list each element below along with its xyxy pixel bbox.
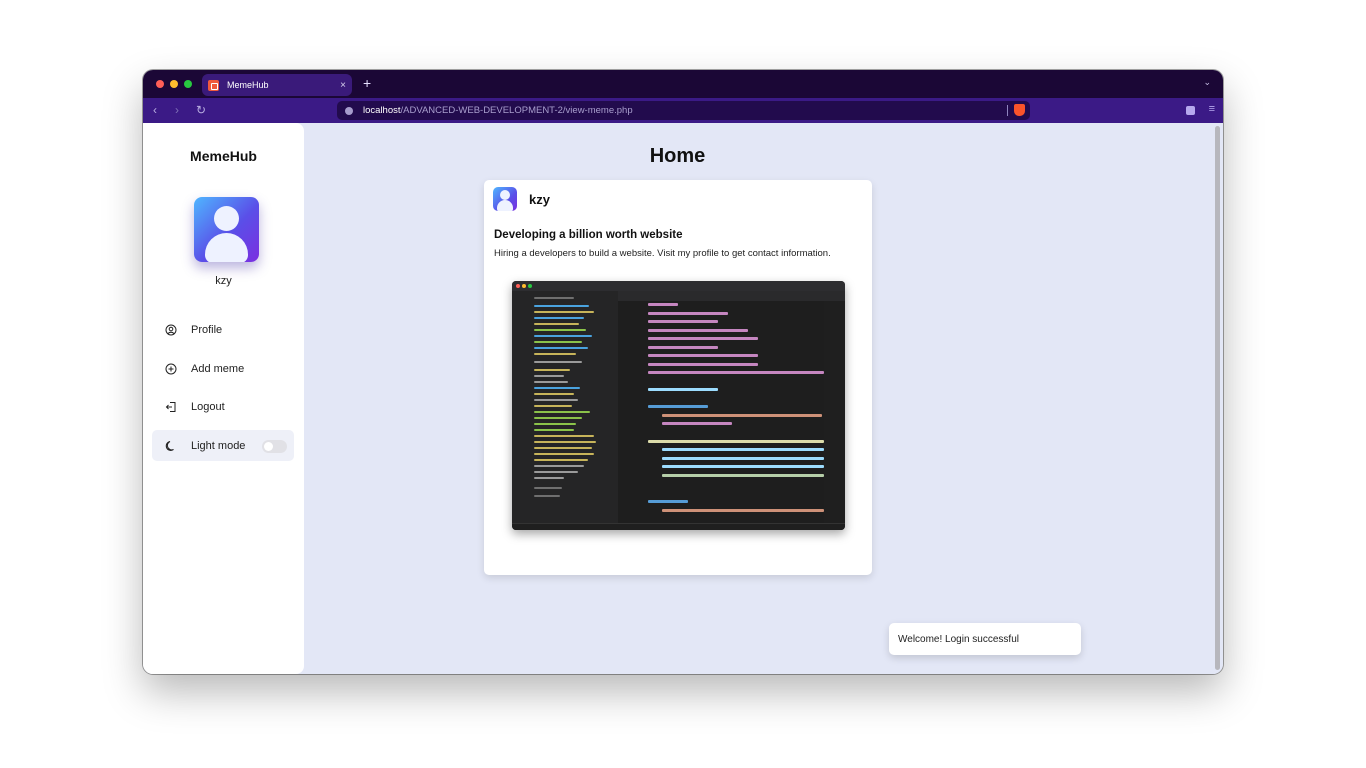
sidebar: MemeHub kzy Profile Add meme Logout Ligh… [143, 123, 304, 674]
sidebar-item-profile[interactable]: Profile [152, 314, 294, 345]
wallet-icon[interactable] [1186, 106, 1195, 115]
sidebar-item-add-meme[interactable]: Add meme [152, 353, 294, 384]
forward-button[interactable]: › [175, 103, 179, 117]
logout-icon [165, 401, 176, 412]
brave-shields-icon[interactable] [1014, 104, 1025, 116]
post-description: Hiring a developers to build a website. … [494, 248, 831, 259]
minimize-window-button[interactable] [170, 80, 178, 88]
tab-close-button[interactable]: × [340, 80, 346, 91]
user-circle-icon [165, 324, 177, 335]
url-path: /ADVANCED-WEB-DEVELOPMENT-2/view-meme.ph… [400, 105, 633, 116]
plus-circle-icon [165, 363, 177, 374]
post-author[interactable]: kzy [529, 192, 550, 207]
close-window-button[interactable] [156, 80, 164, 88]
reload-button[interactable]: ↻ [196, 103, 206, 117]
tab-title: MemeHub [227, 80, 269, 90]
meme-image [512, 281, 845, 530]
favicon-icon [208, 79, 219, 91]
url-bar[interactable]: localhost /ADVANCED-WEB-DEVELOPMENT-2/vi… [337, 101, 1030, 120]
menu-icon[interactable]: ≡ [1209, 103, 1215, 115]
new-tab-button[interactable]: + [363, 75, 371, 91]
toast-notification: Welcome! Login successful [889, 623, 1081, 655]
page-scrollbar[interactable] [1215, 126, 1220, 670]
toast-message: Welcome! Login successful [898, 633, 1019, 645]
light-mode-toggle[interactable] [262, 440, 287, 453]
url-divider [1007, 105, 1008, 116]
sidebar-item-label: Light mode [191, 439, 246, 452]
meme-post-card: kzy Developing a billion worth website H… [484, 180, 872, 575]
tab-bar: MemeHub × + ⌄ [143, 70, 1223, 98]
sidebar-item-label: Add meme [191, 362, 245, 375]
brand-title: MemeHub [190, 148, 257, 164]
back-button[interactable]: ‹ [153, 103, 157, 117]
address-toolbar: ‹ › ↻ localhost /ADVANCED-WEB-DEVELOPMEN… [143, 98, 1223, 123]
username: kzy [215, 275, 232, 287]
post-title: Developing a billion worth website [494, 229, 683, 241]
page-title: Home [649, 145, 706, 167]
url-host: localhost [363, 105, 401, 116]
sidebar-item-logout[interactable]: Logout [152, 391, 294, 422]
chevron-down-icon[interactable]: ⌄ [1203, 77, 1211, 88]
sidebar-item-label: Logout [191, 400, 225, 413]
avatar[interactable] [194, 197, 259, 262]
sidebar-item-label: Profile [191, 323, 223, 336]
moon-icon [165, 440, 174, 451]
author-avatar[interactable] [493, 187, 517, 211]
sidebar-item-light-mode[interactable]: Light mode [152, 430, 294, 461]
page-content: MemeHub kzy Profile Add meme Logout Ligh… [143, 123, 1223, 674]
tab-memehub[interactable]: MemeHub × [202, 74, 352, 96]
browser-window: MemeHub × + ⌄ ‹ › ↻ localhost /ADVANCED-… [143, 70, 1223, 674]
site-info-icon[interactable] [345, 106, 353, 115]
maximize-window-button[interactable] [184, 80, 192, 88]
